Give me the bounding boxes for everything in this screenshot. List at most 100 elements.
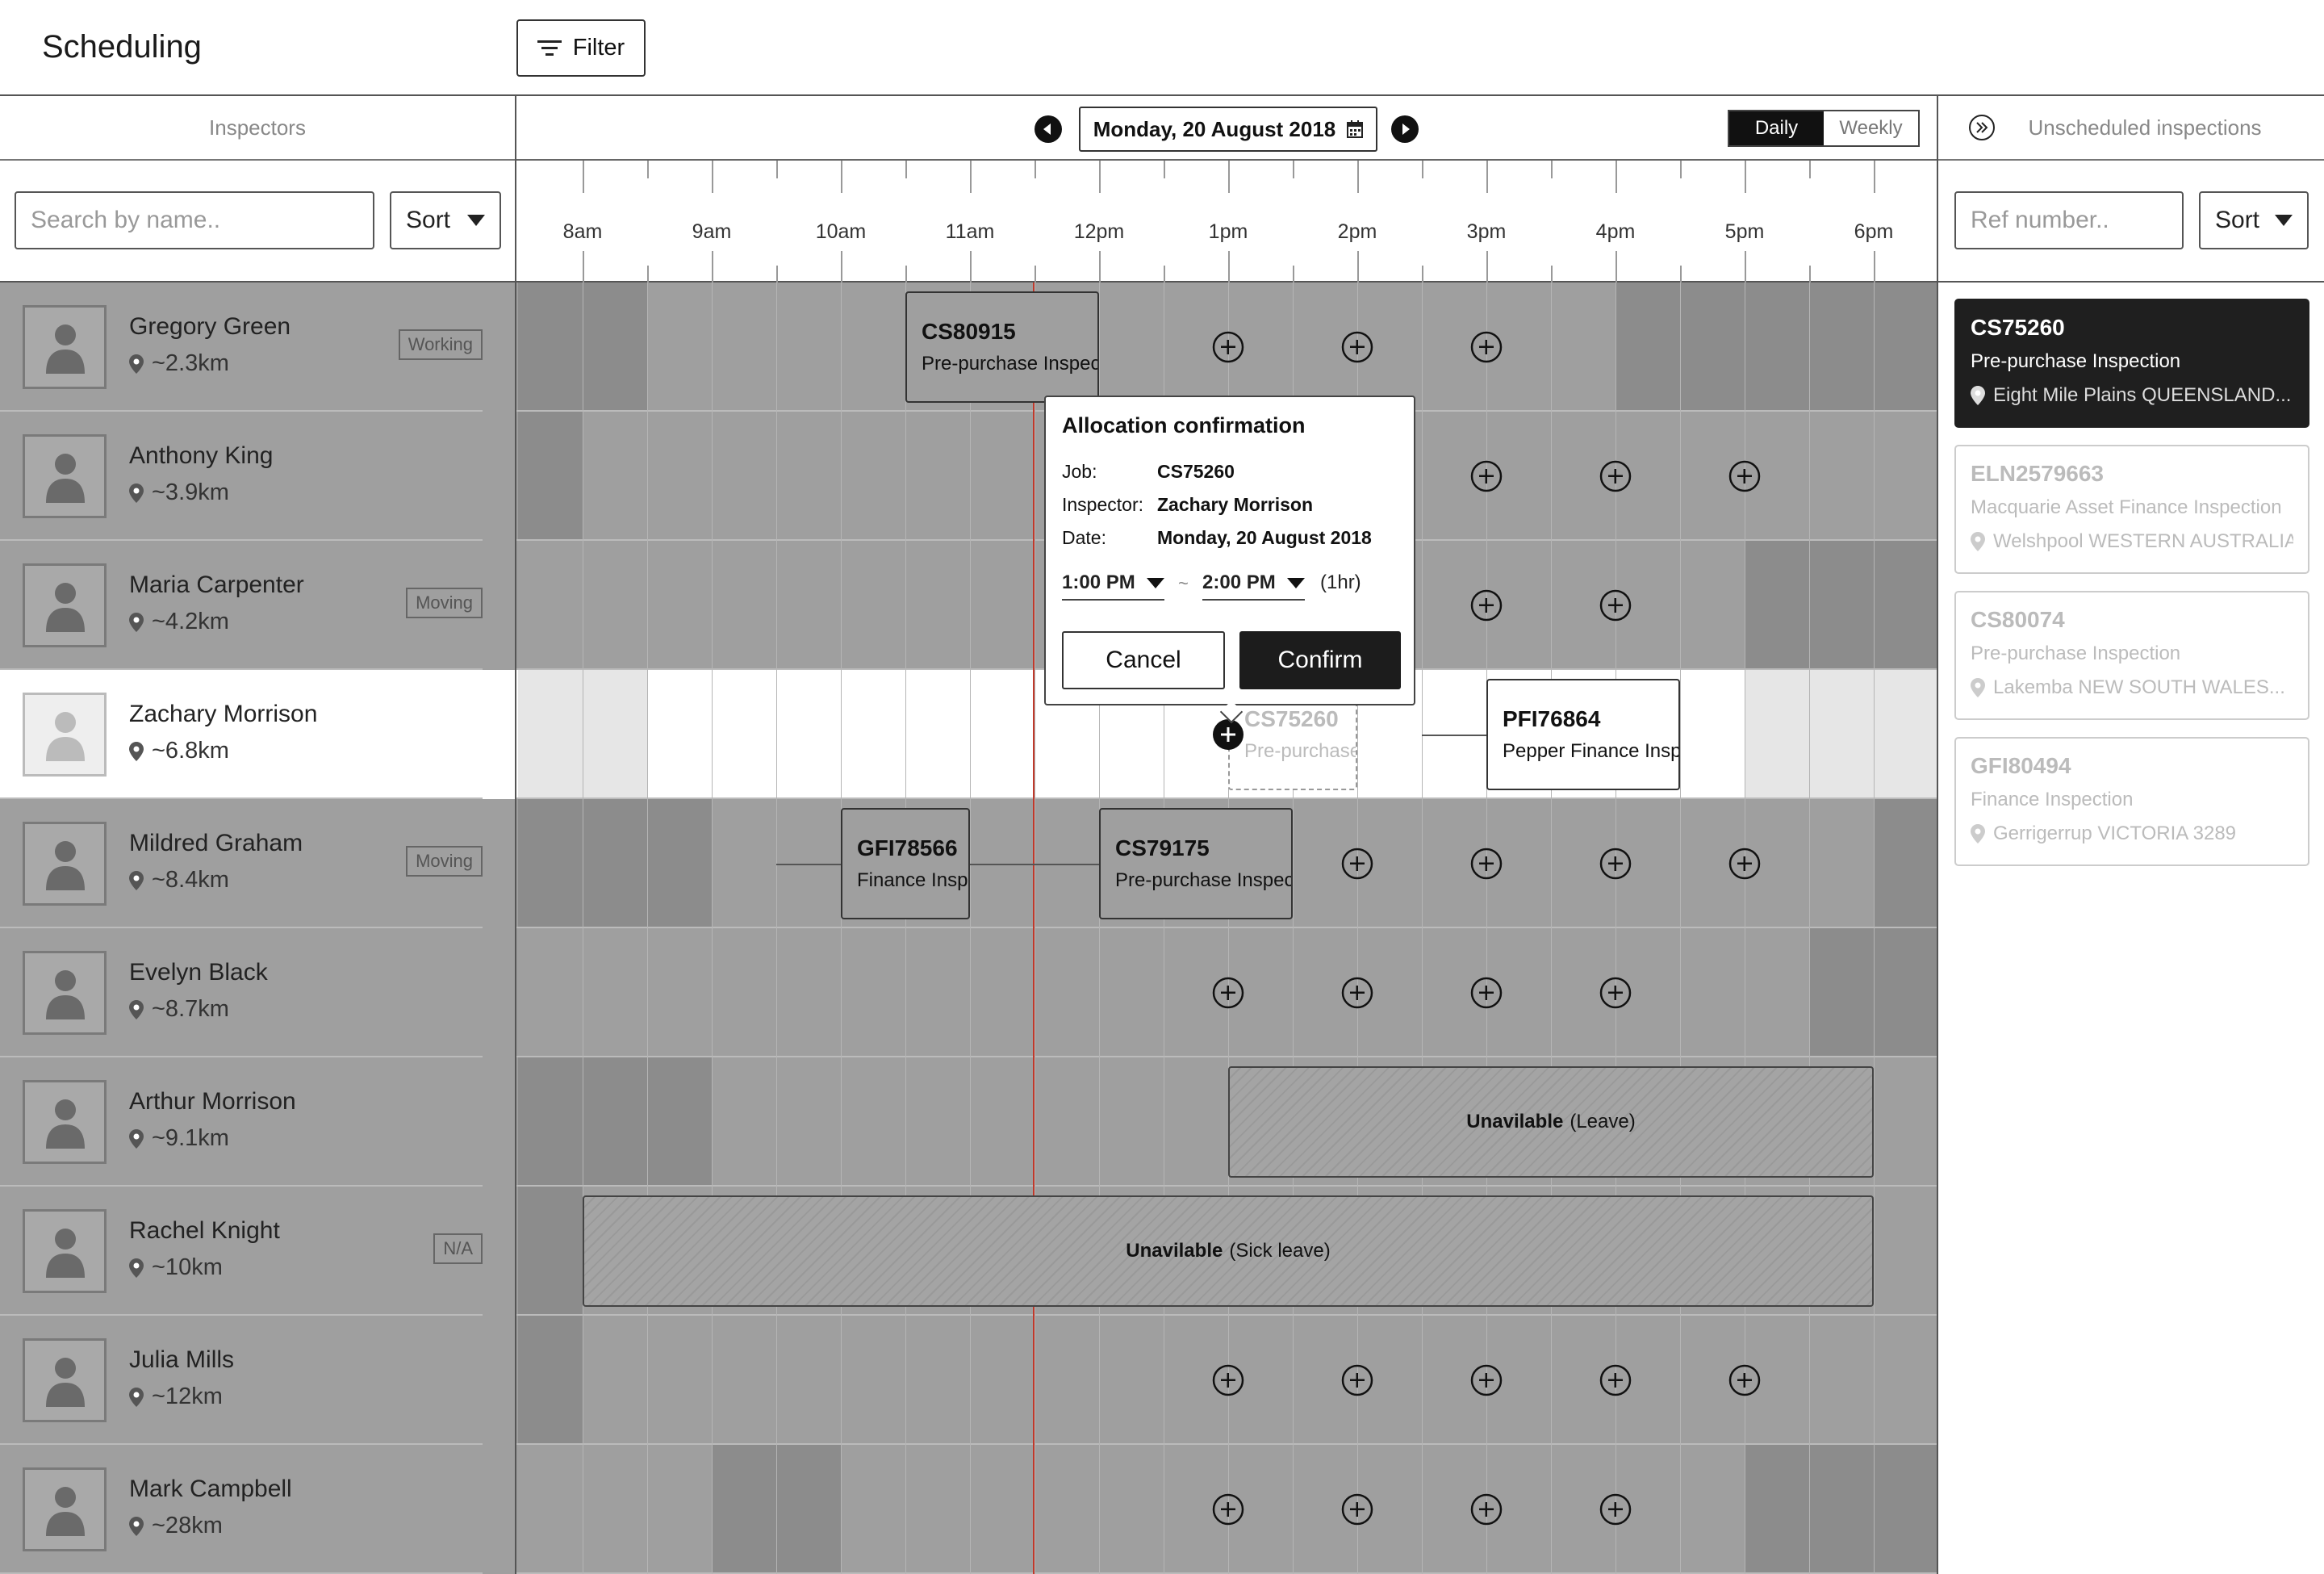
add-slot-button[interactable] (1728, 459, 1762, 493)
card-location-text: Eight Mile Plains QUEENSLAND... (1993, 384, 2292, 406)
filter-button[interactable]: Filter (516, 19, 646, 77)
add-slot-button[interactable] (1211, 976, 1245, 1010)
add-slot-button[interactable] (1469, 459, 1503, 493)
ref-number-input[interactable]: Ref number.. (1954, 191, 2184, 249)
chevron-down-icon (2275, 215, 2293, 226)
hour-tick (1486, 161, 1488, 193)
add-slot-button[interactable] (1340, 1492, 1374, 1526)
add-slot-button[interactable] (1340, 1363, 1374, 1397)
job-block[interactable]: CS80915 Pre-purchase Inspection (905, 291, 1099, 403)
add-slot-button[interactable] (1728, 847, 1762, 881)
off-hours-block (1874, 799, 1937, 927)
add-slot-button[interactable] (1728, 1363, 1762, 1397)
inspector-sort-select[interactable]: Sort (390, 191, 501, 249)
inspector-row[interactable]: Anthony King ~3.9km (0, 412, 515, 541)
add-slot-button[interactable] (1211, 1492, 1245, 1526)
collapse-panel-button[interactable] (1968, 114, 1996, 141)
grid-line (1680, 283, 1681, 1574)
unscheduled-card[interactable]: CS80074 Pre-purchase Inspection Lakemba NE… (1954, 591, 2309, 720)
add-slot-button[interactable] (1469, 847, 1503, 881)
current-time-line (1033, 283, 1035, 1574)
unscheduled-card[interactable]: ELN2579663 Macquarie Asset Finance Inspec… (1954, 445, 2309, 574)
avatar (23, 1080, 107, 1164)
location-pin-icon (129, 1258, 144, 1278)
add-slot-button[interactable] (1599, 976, 1632, 1010)
off-hours-block (1745, 1445, 1937, 1572)
hour-label: 6pm (1854, 220, 1894, 243)
selected-slot-button[interactable] (1211, 718, 1245, 751)
inspector-distance: ~28km (129, 1513, 223, 1539)
unscheduled-header: Unscheduled inspections (1938, 96, 2324, 161)
inspector-row[interactable]: Evelyn Black ~8.7km (0, 928, 515, 1057)
card-ref: GFI80494 (1971, 753, 2071, 778)
page-title: Scheduling (42, 29, 202, 65)
grid-line (841, 283, 842, 1574)
job-block[interactable]: CS79175 Pre-purchase Inspection (1099, 808, 1293, 919)
unscheduled-card[interactable]: CS75260 Pre-purchase Inspection Eight Mile… (1954, 299, 2309, 428)
avatar (23, 1209, 107, 1293)
weekly-view-button[interactable]: Weekly (1824, 111, 1918, 145)
inspector-search-input[interactable]: Search by name.. (15, 191, 374, 249)
inspector-distance: ~2.3km (129, 350, 229, 377)
unavailable-label: Unavilable (1466, 1111, 1564, 1132)
job-block[interactable]: GFI78566 Finance Inspection (841, 808, 970, 919)
unscheduled-card[interactable]: GFI80494 Finance Inspection Gerrigerrup VI… (1954, 737, 2309, 866)
inspector-distance: ~3.9km (129, 479, 229, 506)
off-hours-block (1616, 283, 1937, 410)
add-slot-button[interactable] (1469, 330, 1503, 364)
inspector-distance: ~12km (129, 1384, 223, 1410)
unavailable-block: Unavilable (Leave) (1228, 1066, 1874, 1178)
unavailable-block: Unavilable (Sick leave) (583, 1195, 1874, 1307)
inspector-row[interactable]: Arthur Morrison ~9.1km (0, 1057, 515, 1187)
unscheduled-sort-select[interactable]: Sort (2199, 191, 2309, 249)
add-slot-button[interactable] (1599, 1492, 1632, 1526)
card-location: Gerrigerrup VICTORIA 3289 (1971, 823, 2293, 845)
location-pin-icon (129, 1516, 144, 1536)
inspectors-toolbar: Search by name.. Sort (0, 161, 515, 283)
inspector-row[interactable]: Maria Carpenter ~4.2km Moving (0, 541, 515, 670)
add-slot-button[interactable] (1469, 976, 1503, 1010)
unavailable-reason: (Sick leave) (1229, 1240, 1331, 1262)
add-slot-button[interactable] (1340, 976, 1374, 1010)
add-slot-button[interactable] (1469, 1363, 1503, 1397)
inspector-row[interactable]: Mark Campbell ~28km (0, 1445, 515, 1574)
add-slot-button[interactable] (1211, 330, 1245, 364)
half-hour-tick (1164, 161, 1165, 178)
date-label: Monday, 20 August 2018 (1093, 116, 1336, 141)
cancel-button[interactable]: Cancel (1062, 631, 1225, 689)
inspector-row[interactable]: Julia Mills ~12km (0, 1316, 515, 1445)
inspector-row[interactable]: Mildred Graham ~8.4km Moving (0, 799, 515, 928)
add-slot-button[interactable] (1469, 1492, 1503, 1526)
add-slot-button[interactable] (1599, 1363, 1632, 1397)
allocation-popup: Allocation confirmation Job: CS75260 Inspec… (1044, 396, 1415, 724)
add-slot-button[interactable] (1599, 847, 1632, 881)
card-location-text: Lakemba NEW SOUTH WALES... (1993, 676, 2285, 698)
next-day-button[interactable] (1391, 115, 1419, 143)
inspector-distance: ~8.4km (129, 867, 229, 894)
travel-connector (776, 864, 841, 865)
inspector-distance: ~10km (129, 1254, 223, 1281)
add-slot-button[interactable] (1469, 588, 1503, 622)
add-slot-button[interactable] (1340, 330, 1374, 364)
start-time-select[interactable]: 1:00 PM (1062, 571, 1164, 601)
hour-label: 10am (815, 220, 867, 243)
inspector-name: Mildred Graham (129, 830, 303, 856)
end-time-select[interactable]: 2:00 PM (1202, 571, 1305, 601)
prev-day-button[interactable] (1035, 115, 1062, 143)
add-slot-button[interactable] (1599, 588, 1632, 622)
grid-line (647, 283, 648, 1574)
hour-label: 8am (562, 220, 603, 243)
daily-view-button[interactable]: Daily (1729, 111, 1824, 145)
add-slot-button[interactable] (1340, 847, 1374, 881)
popup-date-row: Date: Monday, 20 August 2018 (1062, 527, 1398, 549)
add-slot-button[interactable] (1599, 459, 1632, 493)
add-slot-button[interactable] (1211, 1363, 1245, 1397)
inspector-row[interactable]: Zachary Morrison ~6.8km (0, 670, 515, 799)
inspector-row[interactable]: Gregory Green ~2.3km Working (0, 283, 515, 412)
inspector-row[interactable]: Rachel Knight ~10km N/A (0, 1187, 515, 1316)
inspector-distance: ~6.8km (129, 738, 229, 764)
date-picker[interactable]: Monday, 20 August 2018 (1079, 107, 1377, 152)
job-block[interactable]: PFI76864 Pepper Finance Inspection (1486, 679, 1680, 790)
distance-value: ~28km (152, 1513, 223, 1538)
confirm-button[interactable]: Confirm (1239, 631, 1401, 689)
